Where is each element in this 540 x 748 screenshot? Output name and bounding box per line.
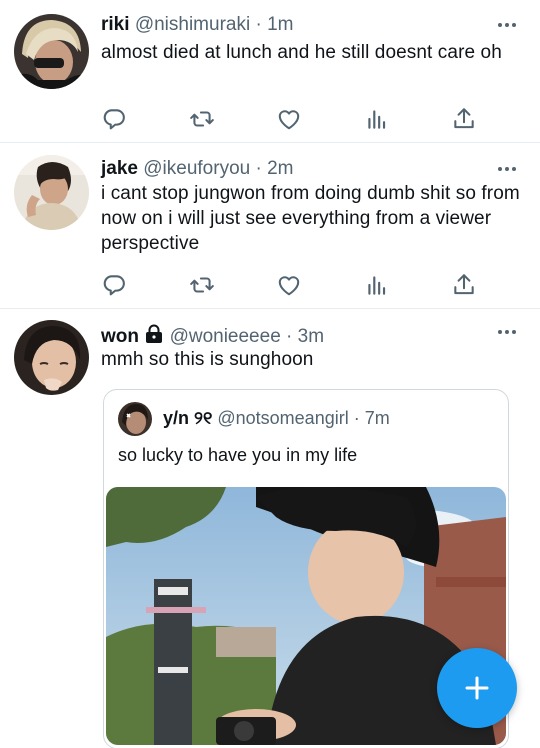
avatar[interactable]: [14, 14, 89, 89]
quoted-user-handle[interactable]: @notsomeangirl: [217, 408, 348, 428]
tweet-text: almost died at lunch and he still doesnt…: [101, 42, 502, 63]
reply-icon[interactable]: [101, 272, 127, 298]
like-icon[interactable]: [276, 106, 302, 132]
timestamp[interactable]: 2m: [267, 158, 293, 179]
user-handle[interactable]: @ikeuforyou: [143, 158, 250, 179]
share-icon[interactable]: [451, 106, 477, 132]
more-icon[interactable]: [498, 330, 520, 336]
tweet-header: riki @nishimuraki · 1m: [101, 13, 500, 37]
views-icon[interactable]: [364, 106, 390, 132]
reply-icon[interactable]: [101, 106, 127, 132]
retweet-icon[interactable]: [189, 106, 215, 132]
tweet-text: mmh so this is sunghoon: [101, 349, 314, 370]
avatar[interactable]: [14, 320, 89, 395]
separator-dot: ·: [255, 158, 262, 179]
tweet-actions: [101, 106, 481, 132]
quoted-timestamp[interactable]: 7m: [365, 408, 390, 428]
quoted-display-name[interactable]: y/n ୨୧: [163, 408, 212, 428]
user-handle[interactable]: @nishimuraki: [135, 14, 250, 35]
display-name[interactable]: won: [101, 326, 139, 347]
share-icon[interactable]: [451, 272, 477, 298]
compose-button[interactable]: [437, 648, 517, 728]
avatar[interactable]: [14, 155, 89, 230]
retweet-icon[interactable]: [189, 272, 215, 298]
tweet-actions: [101, 272, 481, 298]
quoted-text: so lucky to have you in my life: [118, 445, 358, 465]
timestamp[interactable]: 1m: [267, 14, 293, 35]
quoted-header: y/n ୨୧ @notsomeangirl · 7m: [163, 406, 390, 430]
separator-dot: ·: [353, 408, 360, 428]
compose-icon: [465, 676, 489, 700]
more-icon[interactable]: [498, 23, 520, 29]
views-icon[interactable]: [364, 272, 390, 298]
tweet-1[interactable]: riki @nishimuraki · 1m almost died at lu…: [0, 0, 540, 143]
tweet-header: jake @ikeuforyou · 2m: [101, 157, 500, 181]
quoted-avatar[interactable]: [118, 402, 152, 436]
tweet-2[interactable]: jake @ikeuforyou · 2m i cant stop jungwo…: [0, 143, 540, 309]
tweet-header: won @wonieeeee · 3m: [101, 324, 500, 349]
like-icon[interactable]: [276, 272, 302, 298]
more-icon[interactable]: [498, 167, 520, 173]
separator-dot: ·: [286, 326, 293, 347]
timestamp[interactable]: 3m: [298, 326, 324, 347]
tweet-text: i cant stop jungwon from doing dumb shit…: [101, 183, 520, 254]
display-name[interactable]: riki: [101, 14, 130, 35]
user-handle[interactable]: @wonieeeee: [170, 326, 281, 347]
display-name[interactable]: jake: [101, 158, 138, 179]
lock-icon: [146, 324, 163, 343]
separator-dot: ·: [255, 14, 262, 35]
